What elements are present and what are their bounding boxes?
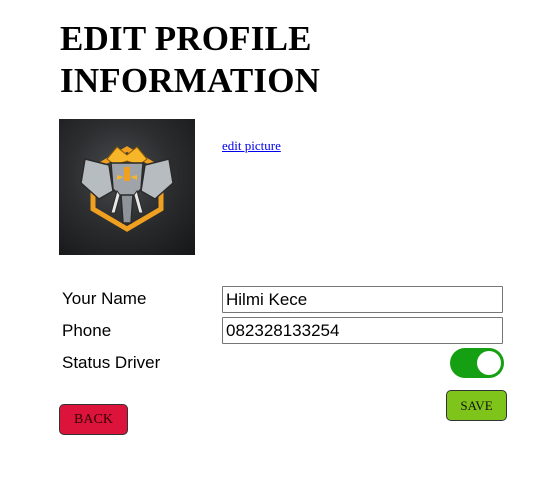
back-button[interactable]: BACK: [59, 404, 128, 435]
status-driver-label: Status Driver: [62, 353, 161, 372]
your-name-input[interactable]: [222, 286, 503, 313]
avatar: [59, 119, 195, 255]
page-title: EDIT PROFILE INFORMATION: [60, 19, 321, 100]
toggle-knob: [477, 351, 501, 375]
status-driver-toggle[interactable]: [450, 348, 504, 378]
phone-input[interactable]: [222, 317, 503, 344]
your-name-label: Your Name: [62, 289, 147, 308]
phone-label: Phone: [62, 321, 112, 340]
elephant-logo-icon: [80, 146, 174, 232]
save-button[interactable]: SAVE: [446, 390, 507, 421]
edit-picture-link[interactable]: edit picture: [222, 138, 281, 154]
